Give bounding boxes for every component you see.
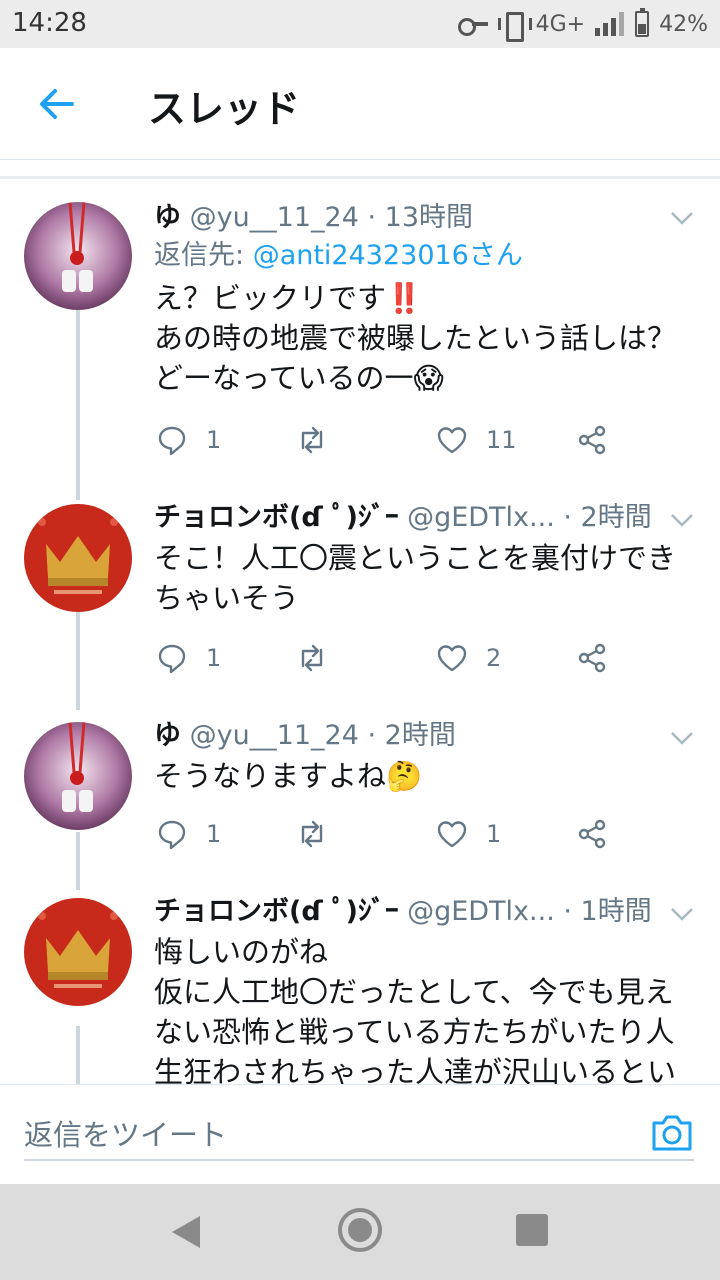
heart-icon (437, 645, 467, 672)
reply-button[interactable]: 1 (156, 638, 221, 678)
display-name[interactable]: チョロンボ(ɗ ﾟ)ｼﾞｰ (154, 502, 398, 533)
thread-list[interactable]: ゆ @yu__11_24 · 13時間 返信先: @anti24323016さん… (0, 180, 720, 1084)
reply-count: 1 (206, 820, 222, 848)
tweet[interactable]: チョロンボ(ɗ ﾟ)ｼﾞｰ @gEDTlx... · 1時間 悔しいのがね 仮に… (0, 892, 720, 1084)
retweet-button[interactable] (296, 814, 328, 854)
reply-composer: 返信をツイート (0, 1084, 720, 1184)
reply-button[interactable]: 1 (156, 814, 221, 854)
display-name[interactable]: ゆ (154, 202, 181, 233)
header-divider (0, 176, 720, 179)
reply-icon (158, 426, 186, 456)
avatar[interactable] (24, 504, 132, 612)
reply-icon (158, 820, 186, 850)
status-bar: 14:28 4G+ 42% (0, 0, 720, 48)
tweet-time: · 1時間 (563, 896, 652, 927)
reply-context: 返信先: @anti24323016さん (154, 236, 696, 276)
status-time: 14:28 (12, 8, 87, 38)
tweet[interactable]: ゆ @yu__11_24 · 2時間 そうなりますよね🤔 1 1 (0, 716, 720, 886)
battery-level: 42% (659, 11, 708, 37)
user-handle[interactable]: @gEDTlx... (407, 502, 555, 533)
nav-back-icon[interactable] (172, 1216, 200, 1248)
avatar[interactable] (24, 202, 132, 310)
like-button[interactable]: 11 (436, 420, 517, 460)
like-count: 2 (486, 644, 502, 672)
reply-to-label: 返信先: (154, 240, 253, 271)
battery-icon (635, 8, 650, 37)
network-type: 4G+ (535, 11, 586, 37)
like-count: 11 (486, 426, 517, 454)
nav-home-icon[interactable] (338, 1208, 382, 1252)
retweet-icon (301, 644, 323, 672)
tweet-time: · 2時間 (367, 720, 456, 751)
reply-count: 1 (206, 426, 222, 454)
user-handle[interactable]: @yu__11_24 (190, 202, 359, 233)
like-button[interactable]: 2 (436, 638, 501, 678)
retweet-button[interactable] (296, 420, 328, 460)
tweet-body: チョロンボ(ɗ ﾟ)ｼﾞｰ @gEDTlx... · 2時間 そこ！人工〇震とい… (154, 500, 696, 618)
tweet-meta: ゆ @yu__11_24 · 13時間 (154, 200, 696, 236)
display-name[interactable]: ゆ (154, 720, 181, 751)
avatar[interactable] (24, 722, 132, 830)
share-icon (578, 643, 606, 673)
arrow-left-icon[interactable] (36, 84, 76, 124)
user-handle[interactable]: @yu__11_24 (190, 720, 359, 751)
retweet-icon (301, 426, 323, 454)
vibrate-icon (497, 12, 532, 42)
top-app-bar: スレッド (0, 48, 720, 160)
tweet-text: 悔しいのがね 仮に人工地〇だったとして、今でも見えない恐怖と戦っている方たちがい… (154, 935, 677, 1084)
chevron-down-icon[interactable] (670, 210, 694, 225)
chevron-down-icon[interactable] (670, 906, 694, 921)
tweet-body: ゆ @yu__11_24 · 2時間 そうなりますよね🤔 (154, 718, 696, 796)
tweet-body: ゆ @yu__11_24 · 13時間 返信先: @anti24323016さん… (154, 200, 696, 398)
reply-button[interactable]: 1 (156, 420, 221, 460)
tweet-meta: ゆ @yu__11_24 · 2時間 (154, 718, 696, 754)
tweet-time: · 13時間 (367, 202, 474, 233)
share-button[interactable] (576, 420, 608, 460)
heart-icon (437, 821, 467, 848)
reply-count: 1 (206, 644, 222, 672)
display-name[interactable]: チョロンボ(ɗ ﾟ)ｼﾞｰ (154, 896, 398, 927)
user-handle[interactable]: @gEDTlx... (407, 896, 555, 927)
share-icon (578, 819, 606, 849)
retweet-icon (301, 820, 323, 848)
tweet-meta: チョロンボ(ɗ ﾟ)ｼﾞｰ @gEDTlx... · 2時間 (154, 500, 696, 536)
tweet-actions: 1 2 (154, 638, 624, 678)
tweet[interactable]: チョロンボ(ɗ ﾟ)ｼﾞｰ @gEDTlx... · 2時間 そこ！人工〇震とい… (0, 500, 720, 710)
reply-to-link[interactable]: @anti24323016さん (253, 240, 523, 271)
tweet-actions: 1 1 (154, 814, 624, 854)
status-icons: 4G+ 42% (457, 6, 708, 42)
reply-icon (158, 644, 186, 674)
camera-icon[interactable] (650, 1113, 694, 1153)
tweet-time: · 2時間 (563, 502, 652, 533)
share-icon (578, 425, 606, 455)
heart-icon (437, 427, 467, 454)
tweet[interactable]: ゆ @yu__11_24 · 13時間 返信先: @anti24323016さん… (0, 180, 720, 500)
tweet-actions: 1 11 (154, 420, 624, 460)
tweet-text: そこ！人工〇震ということを裏付けできちゃいそう (154, 541, 677, 615)
like-count: 1 (486, 820, 502, 848)
avatar[interactable] (24, 898, 132, 1006)
signal-icon (595, 12, 625, 36)
retweet-button[interactable] (296, 638, 328, 678)
tweet-text: え？ビックリです‼️ あの時の地震で被曝したという話しは？ どーなっているの一😱 (154, 281, 677, 395)
system-nav-bar (0, 1184, 720, 1280)
page-title: スレッド (148, 87, 301, 131)
tweet-text: そうなりますよね🤔 (154, 759, 423, 793)
nav-recents-icon[interactable] (516, 1214, 548, 1246)
share-button[interactable] (576, 814, 608, 854)
like-button[interactable]: 1 (436, 814, 501, 854)
chevron-down-icon[interactable] (670, 730, 694, 745)
chevron-down-icon[interactable] (670, 512, 694, 527)
tweet-body: チョロンボ(ɗ ﾟ)ｼﾞｰ @gEDTlx... · 1時間 悔しいのがね 仮に… (154, 894, 696, 1084)
share-button[interactable] (576, 638, 608, 678)
key-icon (457, 16, 488, 36)
reply-input[interactable]: 返信をツイート (24, 1101, 694, 1161)
tweet-meta: チョロンボ(ɗ ﾟ)ｼﾞｰ @gEDTlx... · 1時間 (154, 894, 696, 930)
